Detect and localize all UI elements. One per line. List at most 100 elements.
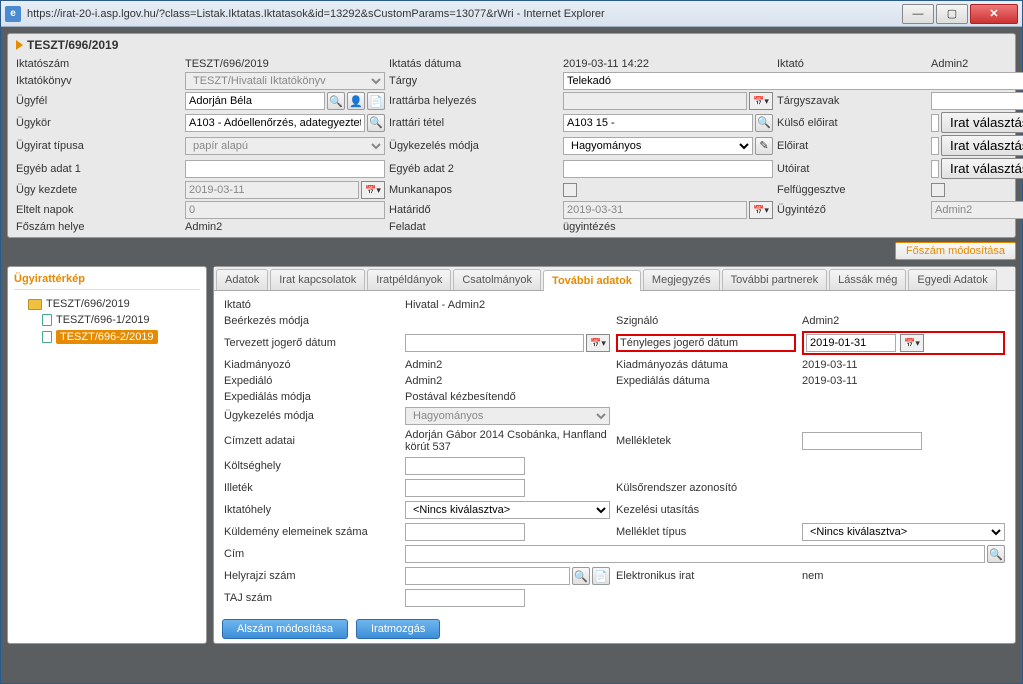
search-icon[interactable]: 🔍 [572, 567, 590, 585]
inp-ugykezdete[interactable] [185, 181, 359, 199]
lbl-foszam-helye: Főszám helye [16, 221, 181, 233]
lbl-egyeb2: Egyéb adat 2 [389, 163, 559, 175]
chk-munkanapos[interactable] [563, 183, 577, 197]
lbl-expedialo: Expediáló [224, 375, 399, 387]
lbl-d-ugykezeles: Ügykezelés módja [224, 410, 399, 422]
sel-ugykezeles[interactable]: Hagyományos [563, 137, 753, 155]
lbl-kiadmanyozo: Kiadmányozó [224, 359, 399, 371]
tab-tovabbi-partnerek[interactable]: További partnerek [722, 269, 827, 290]
close-button[interactable]: ✕ [970, 4, 1018, 24]
inp-irattarba[interactable] [563, 92, 747, 110]
tree-title: Ügyirattérkép [14, 273, 200, 290]
inp-illetek[interactable] [405, 479, 525, 497]
btn-iratmozgas[interactable]: Iratmozgás [356, 619, 440, 639]
lbl-melleklet-tipus: Melléklet típus [616, 526, 796, 538]
lbl-iktato: Iktató [777, 58, 927, 70]
lbl-illetek: Illeték [224, 482, 399, 494]
inp-tervezett-jogero[interactable] [405, 334, 584, 352]
highlighted-field: Tényleges jogerő dátum [616, 334, 796, 352]
inp-hatarido[interactable] [563, 201, 747, 219]
lbl-targy: Tárgy [389, 75, 559, 87]
doc-icon[interactable]: 📄 [367, 92, 385, 110]
lbl-utoirat: Utóirat [777, 163, 927, 175]
lbl-kezelesi: Kezelési utasítás [616, 504, 796, 516]
inp-egyeb1[interactable] [185, 160, 385, 178]
tab-adatok[interactable]: Adatok [216, 269, 268, 290]
btn-irat-valasztas-1[interactable]: Irat választás [941, 112, 1023, 133]
sel-iktatokonyv[interactable]: TESZT/Hivatali Iktatókönyv [185, 72, 385, 90]
inp-cim[interactable] [405, 545, 985, 563]
btn-foszam-modositasa[interactable]: Főszám módosítása [895, 242, 1016, 260]
tab-csatolmanyok[interactable]: Csatolmányok [453, 269, 541, 290]
inp-tenyleges-jogero[interactable] [806, 334, 896, 352]
maximize-button[interactable]: ▢ [936, 4, 968, 24]
tab-iratpeldanyok[interactable]: Iratpéldányok [367, 269, 451, 290]
tree-item-1[interactable]: TESZT/696-1/2019 [42, 312, 200, 328]
tree-item-2[interactable]: TESZT/696-2/2019 [42, 328, 200, 346]
tab-body: Iktató Hivatal - Admin2 Beérkezés módja … [214, 291, 1015, 615]
btn-irat-valasztas-2[interactable]: Irat választás [941, 135, 1023, 156]
lbl-iktatas-datuma: Iktatás dátuma [389, 58, 559, 70]
val-iktatas-datuma: 2019-03-11 14:22 [563, 58, 773, 70]
lbl-cimzett: Címzett adatai [224, 435, 399, 447]
edit-icon[interactable]: ✎ [755, 137, 773, 155]
lbl-mellekletek: Mellékletek [616, 435, 796, 447]
inp-egyeb2[interactable] [563, 160, 773, 178]
sel-ugyirat-tipusa[interactable]: papír alapú [185, 137, 385, 155]
inp-kuldemeny[interactable] [405, 523, 525, 541]
lbl-hatarido: Határidő [389, 204, 559, 216]
content-area: TESZT/696/2019 Iktatószám TESZT/696/2019… [1, 27, 1022, 650]
calendar-icon[interactable]: 📅▾ [749, 92, 773, 110]
inp-irattari-tetel[interactable] [563, 114, 753, 132]
inp-targy[interactable] [563, 72, 1023, 90]
inp-mellekletek[interactable] [802, 432, 922, 450]
tab-tovabbi-adatok[interactable]: További adatok [543, 270, 641, 291]
sel-d-ugykezeles[interactable]: Hagyományos [405, 407, 610, 425]
search-icon[interactable]: 🔍 [755, 114, 773, 132]
search-icon[interactable]: 🔍 [367, 114, 385, 132]
inp-kulso-eloirat[interactable] [931, 114, 939, 132]
inp-eltelt [185, 201, 385, 219]
lbl-elektronikus: Elektronikus irat [616, 570, 796, 582]
user-icon[interactable]: 👤 [347, 92, 365, 110]
minimize-button[interactable]: — [902, 4, 934, 24]
btn-alszam[interactable]: Alszám módosítása [222, 619, 348, 639]
calendar-icon[interactable]: 📅▾ [749, 201, 773, 219]
tab-megjegyzes[interactable]: Megjegyzés [643, 269, 720, 290]
inp-targyszavak[interactable] [931, 92, 1023, 110]
window-title: https://irat-20-i.asp.lgov.hu/?class=Lis… [27, 8, 902, 20]
btn-irat-valasztas-3[interactable]: Irat választás [941, 158, 1023, 179]
val-feladat: ügyintézés [563, 221, 773, 233]
search-icon[interactable]: 🔍 [987, 545, 1005, 563]
calendar-icon[interactable]: 📅▾ [361, 181, 385, 199]
lbl-egyeb1: Egyéb adat 1 [16, 163, 181, 175]
calendar-icon[interactable]: 📅▾ [586, 334, 610, 352]
calendar-icon[interactable]: 📅▾ [900, 334, 924, 352]
lbl-ugykezeles-modja: Ügykezelés módja [389, 140, 559, 152]
inp-koltseghely[interactable] [405, 457, 525, 475]
inp-eloirat[interactable] [931, 137, 939, 155]
lbl-beerkezes: Beérkezés módja [224, 315, 399, 327]
tab-irat-kapcsolatok[interactable]: Irat kapcsolatok [270, 269, 365, 290]
chk-felfuggesztve[interactable] [931, 183, 945, 197]
inp-helyrajzi[interactable] [405, 567, 570, 585]
sel-iktatohely[interactable]: <Nincs kiválasztva> [405, 501, 610, 519]
lbl-tervezett-jogero: Tervezett jogerő dátum [224, 337, 399, 349]
search-icon[interactable]: 🔍 [327, 92, 345, 110]
inp-utoirat[interactable] [931, 160, 939, 178]
arrow-icon [16, 40, 23, 50]
tab-egyedi-adatok[interactable]: Egyedi Adatok [908, 269, 996, 290]
window-controls: — ▢ ✕ [902, 4, 1018, 24]
lbl-kiadm-datum: Kiadmányozás dátuma [616, 359, 796, 371]
sel-melleklet-tipus[interactable]: <Nincs kiválasztva> [802, 523, 1005, 541]
doc-icon[interactable]: 📄 [592, 567, 610, 585]
tab-lassak-meg[interactable]: Lássák még [829, 269, 906, 290]
lbl-exp-modja: Expediálás módja [224, 391, 399, 403]
lbl-ugykor: Ügykör [16, 117, 181, 129]
header-panel: TESZT/696/2019 Iktatószám TESZT/696/2019… [7, 33, 1016, 238]
doc-icon [42, 331, 52, 343]
inp-taj[interactable] [405, 589, 525, 607]
tree-root[interactable]: TESZT/696/2019 [28, 296, 200, 312]
inp-ugykor[interactable] [185, 114, 365, 132]
inp-ugyfel[interactable] [185, 92, 325, 110]
